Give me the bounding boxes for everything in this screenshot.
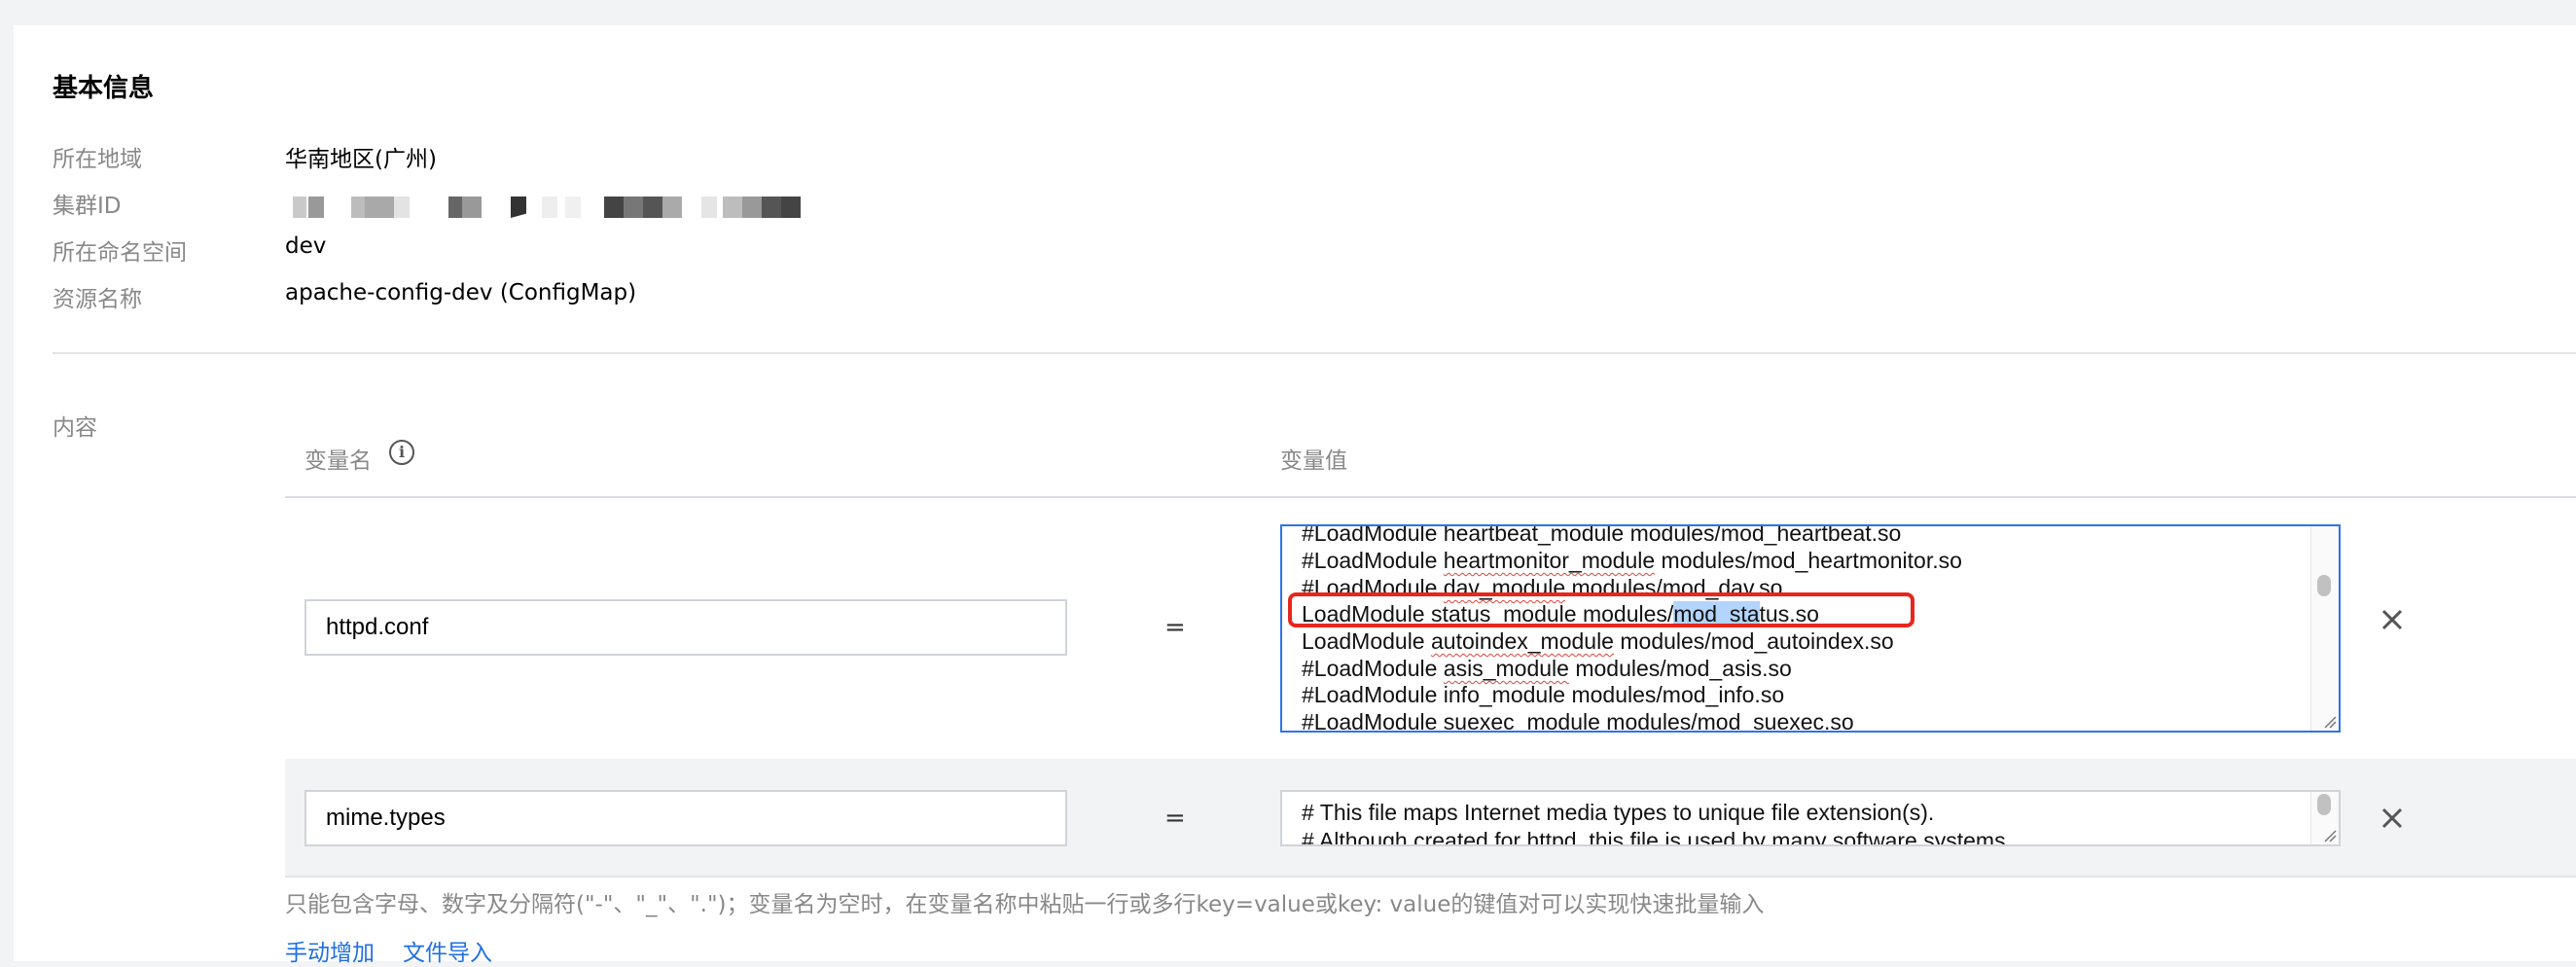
equals-sign: =: [1164, 613, 1186, 642]
input-help-text: 只能包含字母、数字及分隔符("-"、"_"、".")；变量名为空时，在变量名称中…: [285, 892, 1765, 917]
textarea-scrollbar[interactable]: [2310, 526, 2339, 731]
region-value: 华南地区(广州): [285, 147, 437, 172]
code-line: #LoadModule asis_module modules/mod_asis…: [1302, 656, 1792, 681]
resize-grip-icon[interactable]: [2321, 827, 2337, 842]
section-divider: [53, 352, 2576, 354]
variables-table-header: 变量名 i 变量值: [285, 405, 2576, 498]
variable-name-input[interactable]: mime.types: [304, 790, 1067, 846]
col-header-value: 变量值: [1280, 448, 1347, 474]
code-line: #LoadModule heartmonitor_module modules/…: [1302, 548, 1962, 573]
code-line: #LoadModule info_module modules/mod_info…: [1302, 682, 1785, 707]
code-line: # This file maps Internet media types to…: [1302, 800, 1935, 825]
resource-name-value: apache-config-dev (ConfigMap): [285, 280, 637, 305]
variable-row: mime.types = # This file maps Internet m…: [285, 759, 2576, 877]
code-line: #LoadModule suexec_module modules/mod_su…: [1302, 709, 1854, 733]
import-file-link[interactable]: 文件导入: [403, 934, 492, 967]
resource-name-label: 资源名称: [53, 287, 142, 312]
section-title-basic-info: 基本信息: [53, 74, 155, 103]
annotation-highlight-box: [1288, 592, 1914, 627]
info-circle-icon[interactable]: i: [389, 440, 414, 465]
scroll-thumb[interactable]: [2317, 575, 2331, 596]
equals-sign: =: [1164, 804, 1186, 833]
variable-value-textarea[interactable]: # This file maps Internet media types to…: [1280, 790, 2341, 846]
namespace-label: 所在命名空间: [53, 240, 187, 266]
namespace-value: dev: [285, 233, 327, 259]
config-detail-panel: 基本信息 所在地域 华南地区(广州) 集群ID 所在命名空间 dev 资源名称 …: [14, 25, 2576, 966]
code-line: # Although created for httpd, this file …: [1302, 828, 2006, 846]
content-label: 内容: [53, 415, 97, 441]
close-icon[interactable]: [2375, 801, 2410, 836]
close-icon[interactable]: [2375, 602, 2410, 637]
resize-grip-icon[interactable]: [2321, 713, 2337, 729]
variable-name-input[interactable]: httpd.conf: [304, 599, 1067, 656]
col-header-key: 变量名: [304, 448, 372, 474]
code-line: #LoadModule heartbeat_module modules/mod…: [1302, 524, 1902, 546]
region-label: 所在地域: [53, 147, 142, 172]
cluster-id-label: 集群ID: [53, 194, 122, 219]
variable-row: httpd.conf = #LoadModule heartbeat_modul…: [285, 498, 2576, 759]
code-line: LoadModule autoindex_module modules/mod_…: [1302, 628, 1894, 654]
scroll-thumb[interactable]: [2317, 794, 2331, 815]
add-manual-link[interactable]: 手动增加: [285, 934, 375, 967]
variable-value-textarea[interactable]: #LoadModule heartbeat_module modules/mod…: [1280, 524, 2341, 733]
